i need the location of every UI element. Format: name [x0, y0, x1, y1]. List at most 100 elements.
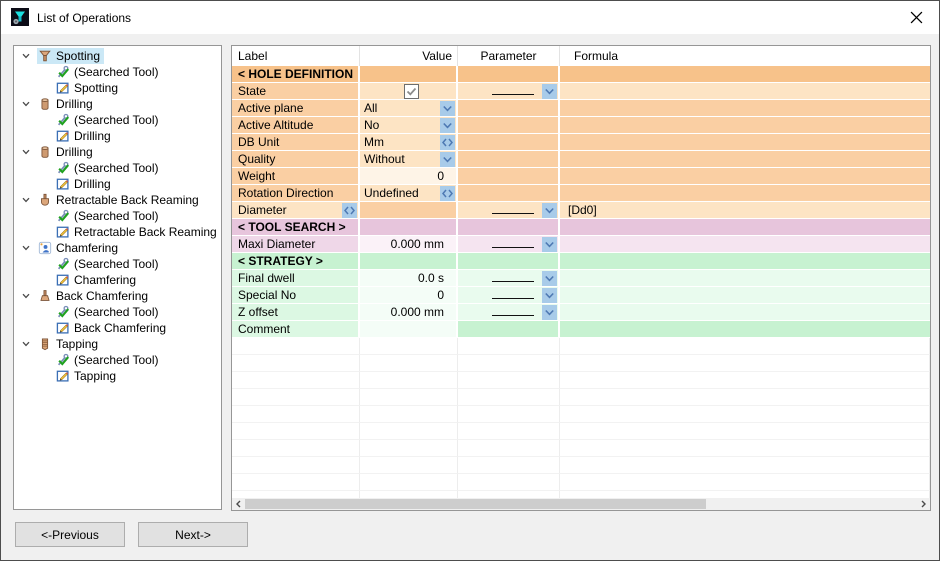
- parameter-cell[interactable]: [458, 287, 560, 304]
- chevron-down-icon[interactable]: [20, 339, 32, 349]
- parameter-cell[interactable]: [458, 236, 560, 253]
- table-header: Label Value Parameter Formula: [232, 46, 930, 66]
- chevron-left-icon[interactable]: [232, 498, 245, 510]
- spinner-button[interactable]: [440, 135, 455, 150]
- tree-item-drilling[interactable]: Drilling: [14, 176, 221, 192]
- chevron-down-icon[interactable]: [20, 195, 32, 205]
- tree-item-retractable-back-reaming[interactable]: Retractable Back Reaming: [14, 224, 221, 240]
- value-cell[interactable]: 0.0 s: [360, 270, 458, 287]
- checkbox[interactable]: [404, 84, 419, 99]
- value-cell[interactable]: [360, 202, 458, 219]
- tree-item-chamfering[interactable]: Chamfering: [14, 240, 221, 256]
- tree-item-label: Retractable Back Reaming: [74, 224, 217, 240]
- parameter-cell[interactable]: [458, 270, 560, 287]
- formula-cell[interactable]: [560, 134, 930, 151]
- close-icon[interactable]: [910, 11, 924, 25]
- formula-cell[interactable]: [560, 321, 930, 338]
- column-header-formula: Formula: [560, 46, 930, 66]
- parameter-cell[interactable]: [458, 100, 560, 117]
- list-of-operations-icon: [11, 8, 29, 26]
- tree-item-retractable-back-reaming[interactable]: Retractable Back Reaming: [14, 192, 221, 208]
- value-cell[interactable]: [360, 321, 458, 338]
- previous-button[interactable]: <-Previous: [15, 522, 125, 547]
- value-cell[interactable]: All: [360, 100, 458, 117]
- dropdown-button[interactable]: [542, 271, 557, 286]
- empty-cell: [458, 440, 560, 457]
- parameter-cell[interactable]: [458, 83, 560, 100]
- formula-cell[interactable]: [560, 151, 930, 168]
- tree-item-back-chamfering[interactable]: Back Chamfering: [14, 320, 221, 336]
- chevron-down-icon[interactable]: [20, 99, 32, 109]
- chevron-right-icon[interactable]: [917, 498, 930, 510]
- parameter-cell[interactable]: [458, 185, 560, 202]
- parameter-underline: [492, 94, 534, 95]
- dropdown-button[interactable]: [542, 288, 557, 303]
- tree-item-chamfering[interactable]: Chamfering: [14, 272, 221, 288]
- horizontal-scrollbar[interactable]: [232, 498, 930, 510]
- value-cell[interactable]: Mm: [360, 134, 458, 151]
- chevron-down-icon[interactable]: [20, 51, 32, 61]
- table-row-maxi-diameter: Maxi Diameter0.000 mm: [232, 236, 930, 253]
- tree-item-searched-tool[interactable]: (Searched Tool): [14, 208, 221, 224]
- dropdown-button[interactable]: [440, 118, 455, 133]
- parameter-cell[interactable]: [458, 117, 560, 134]
- empty-cell: [458, 389, 560, 406]
- tree-item-searched-tool[interactable]: (Searched Tool): [14, 352, 221, 368]
- dropdown-button[interactable]: [542, 305, 557, 320]
- tree-item-drilling[interactable]: Drilling: [14, 144, 221, 160]
- formula-cell[interactable]: [560, 304, 930, 321]
- dropdown-button[interactable]: [542, 84, 557, 99]
- value-cell[interactable]: No: [360, 117, 458, 134]
- value-cell[interactable]: Undefined: [360, 185, 458, 202]
- formula-cell[interactable]: [560, 117, 930, 134]
- parameter-cell[interactable]: [458, 134, 560, 151]
- label-cell: Special No: [232, 287, 360, 304]
- tree-item-spotting[interactable]: Spotting: [14, 48, 221, 64]
- formula-cell[interactable]: [560, 83, 930, 100]
- formula-cell[interactable]: [560, 168, 930, 185]
- formula-cell[interactable]: [560, 100, 930, 117]
- next-button[interactable]: Next->: [138, 522, 248, 547]
- value-cell[interactable]: Without: [360, 151, 458, 168]
- dropdown-button[interactable]: [542, 203, 557, 218]
- parameter-underline: [492, 247, 534, 248]
- empty-row: [232, 372, 930, 389]
- chevron-down-icon[interactable]: [20, 147, 32, 157]
- parameter-cell[interactable]: [458, 151, 560, 168]
- formula-cell[interactable]: [560, 185, 930, 202]
- tree-item-spotting[interactable]: Spotting: [14, 80, 221, 96]
- scrollbar-thumb[interactable]: [245, 499, 706, 509]
- formula-cell[interactable]: [560, 236, 930, 253]
- tree-item-searched-tool[interactable]: (Searched Tool): [14, 64, 221, 80]
- formula-cell[interactable]: [560, 270, 930, 287]
- parameter-cell[interactable]: [458, 202, 560, 219]
- parameter-cell[interactable]: [458, 304, 560, 321]
- tree-item-drilling[interactable]: Drilling: [14, 96, 221, 112]
- spinner-button[interactable]: [342, 203, 357, 218]
- tree-item-tapping[interactable]: Tapping: [14, 336, 221, 352]
- chevron-down-icon[interactable]: [20, 243, 32, 253]
- tree-item-searched-tool[interactable]: (Searched Tool): [14, 160, 221, 176]
- formula-cell[interactable]: [Dd0]: [560, 202, 930, 219]
- tree-item-searched-tool[interactable]: (Searched Tool): [14, 256, 221, 272]
- tree-item-tapping[interactable]: Tapping: [14, 368, 221, 384]
- tree-item-drilling[interactable]: Drilling: [14, 128, 221, 144]
- parameter-cell[interactable]: [458, 321, 560, 338]
- tree-item-back-chamfering[interactable]: Back Chamfering: [14, 288, 221, 304]
- value-cell[interactable]: 0: [360, 287, 458, 304]
- dropdown-button[interactable]: [440, 101, 455, 116]
- value-cell[interactable]: [360, 83, 458, 100]
- spinner-button[interactable]: [440, 186, 455, 201]
- dropdown-button[interactable]: [542, 237, 557, 252]
- formula-cell[interactable]: [560, 287, 930, 304]
- dropdown-button[interactable]: [440, 152, 455, 167]
- parameter-underline: [492, 213, 534, 214]
- empty-row: [232, 423, 930, 440]
- value-cell[interactable]: 0: [360, 168, 458, 185]
- tree-item-searched-tool[interactable]: (Searched Tool): [14, 112, 221, 128]
- chevron-down-icon[interactable]: [20, 291, 32, 301]
- value-cell[interactable]: 0.000 mm: [360, 236, 458, 253]
- parameter-cell[interactable]: [458, 168, 560, 185]
- value-cell[interactable]: 0.000 mm: [360, 304, 458, 321]
- tree-item-searched-tool[interactable]: (Searched Tool): [14, 304, 221, 320]
